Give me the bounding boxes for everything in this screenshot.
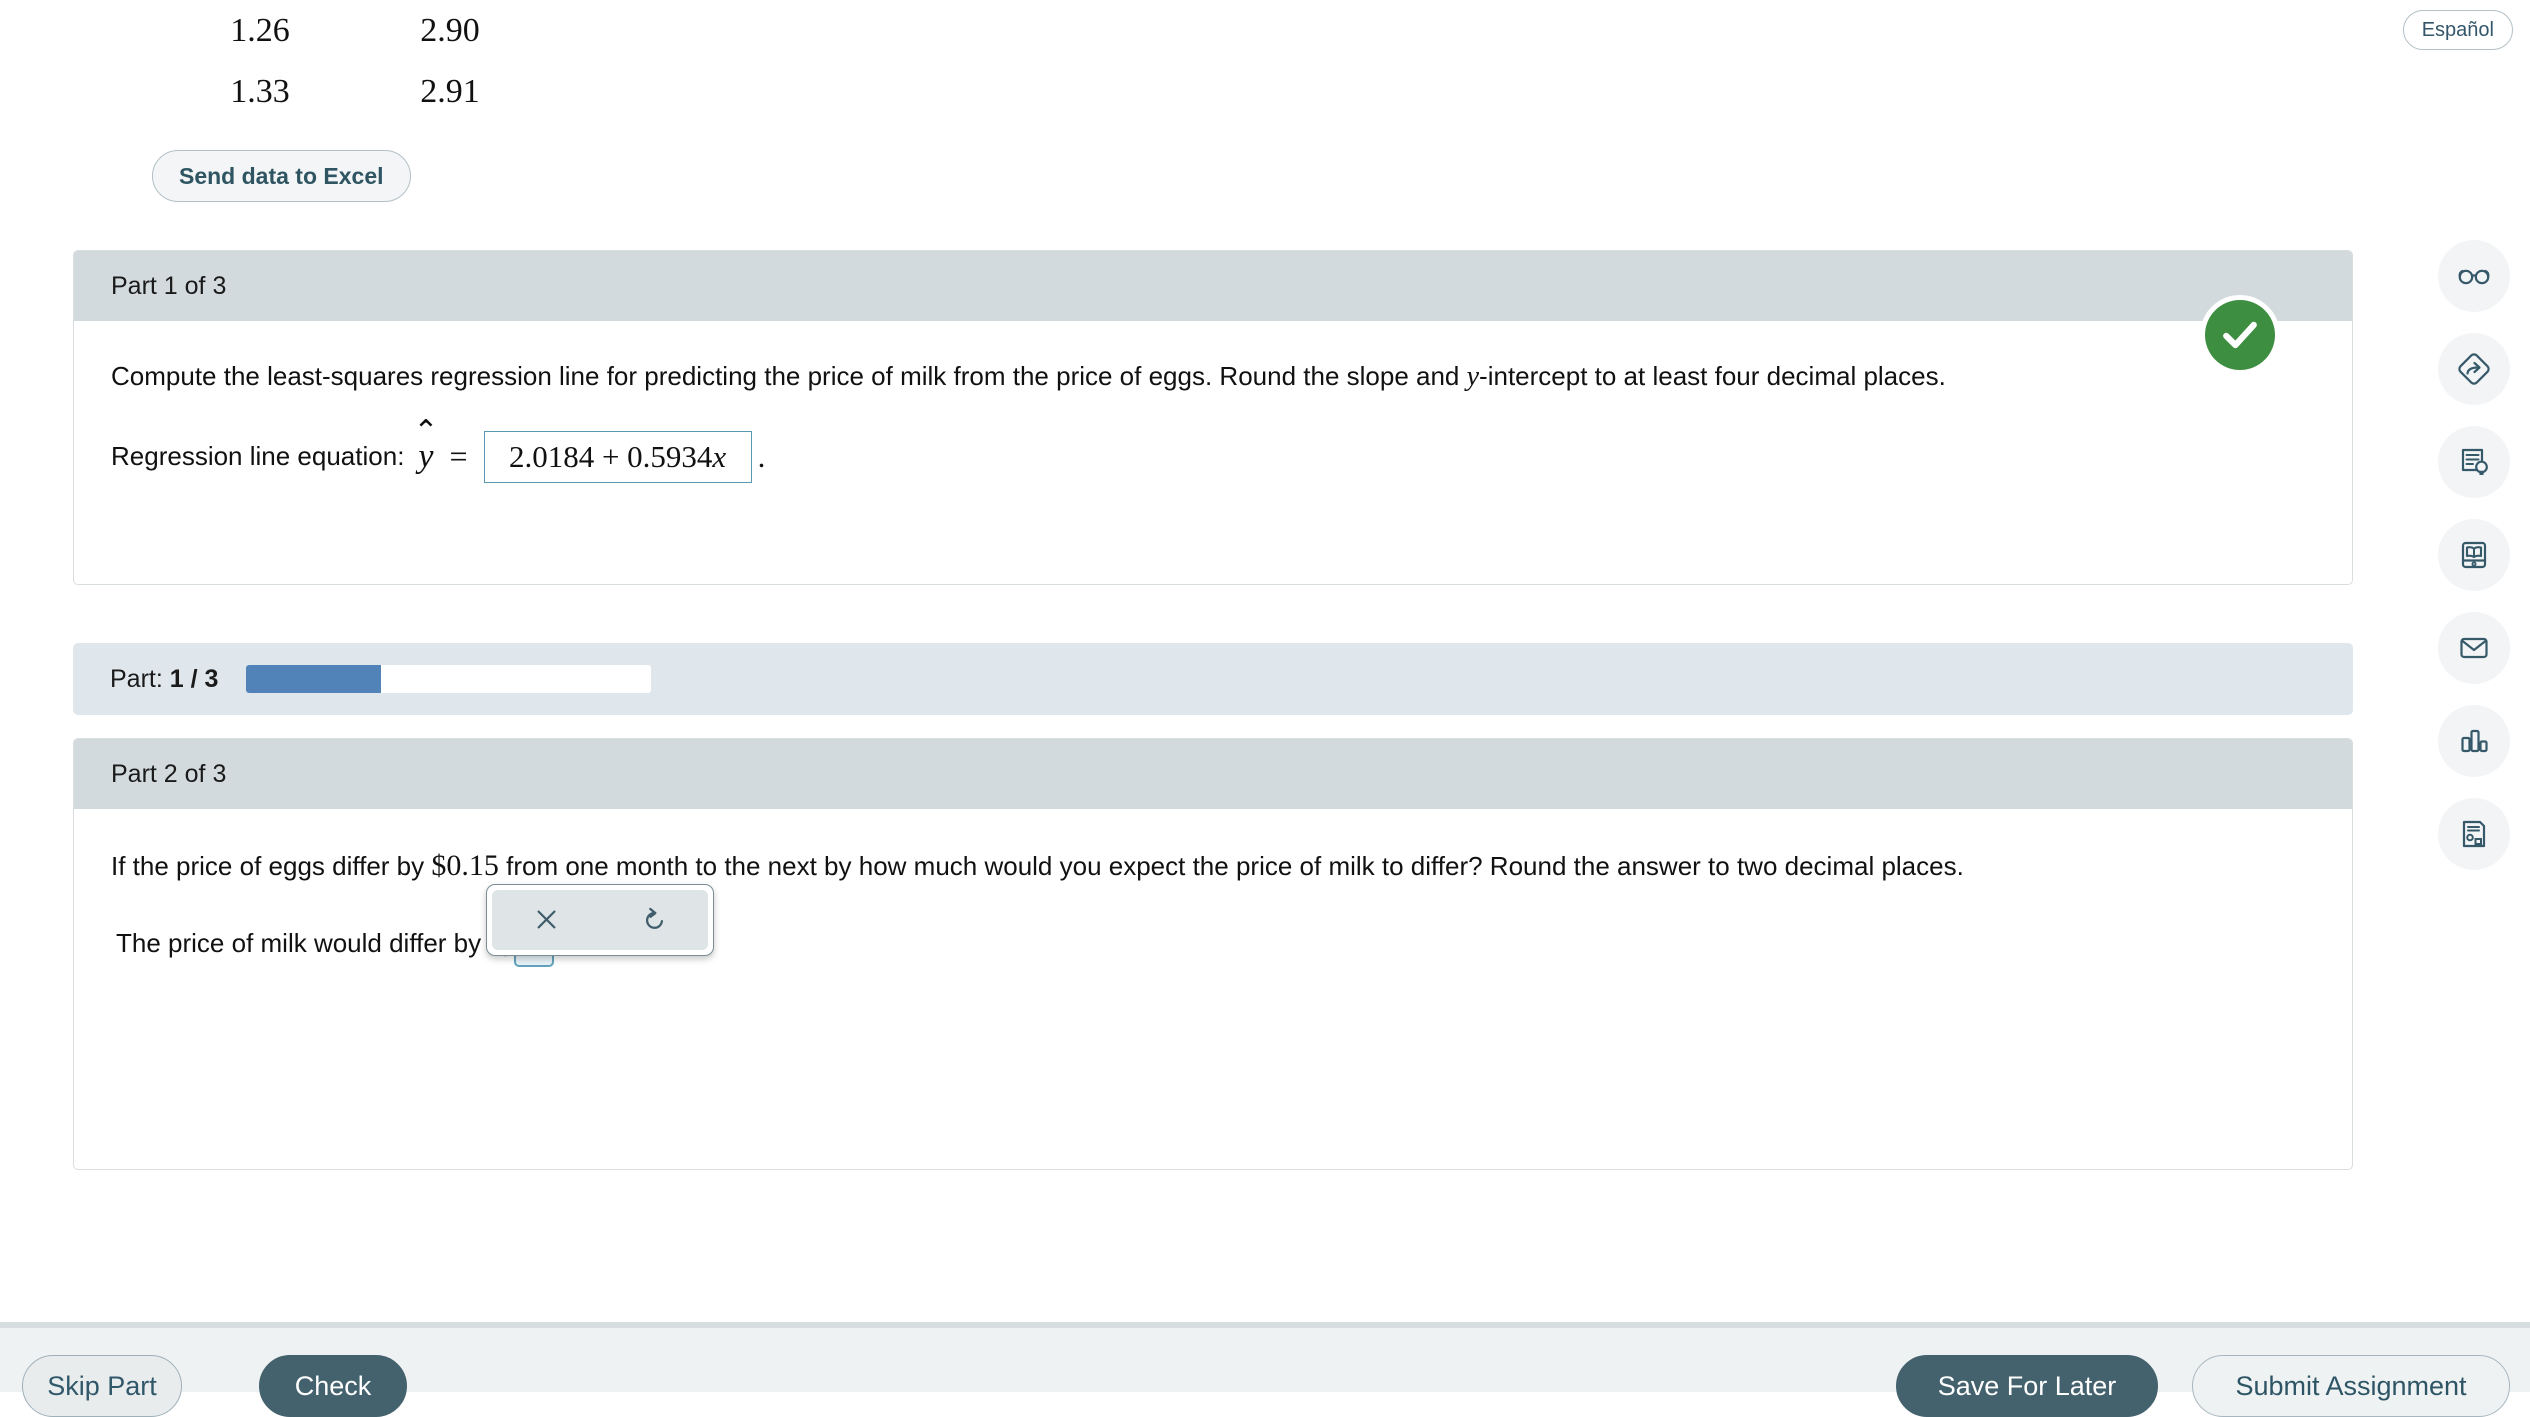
table-row: 1.33 2.91 xyxy=(180,61,600,122)
bar-chart-icon xyxy=(2461,729,2488,753)
part-1-header: Part 1 of 3 xyxy=(74,251,2352,321)
skip-part-label: Skip Part xyxy=(47,1370,157,1401)
document-bulb-icon xyxy=(2461,448,2488,475)
part-1-question-text-a: Compute the least-squares regression lin… xyxy=(111,361,1467,391)
part-1-answer-row: Regression line equation: ⌃ y = 2.0184 + … xyxy=(111,416,2315,483)
part-1-body: Compute the least-squares regression lin… xyxy=(74,321,2352,513)
progress-label: Part: 1 / 3 xyxy=(110,665,218,694)
part-2-question-amount: $0.15 xyxy=(431,849,499,882)
progress-current: 1 xyxy=(169,664,184,693)
explain-button[interactable] xyxy=(2438,426,2510,498)
part-1-question: Compute the least-squares regression lin… xyxy=(111,357,2296,397)
undo-icon xyxy=(645,907,663,930)
part-2-question: If the price of eggs differ by $0.15 fro… xyxy=(111,845,2296,888)
clear-answer-button[interactable] xyxy=(492,890,600,950)
part-1-answer-input[interactable]: 2.0184 + 0.5934 x xyxy=(483,430,752,483)
close-x-icon xyxy=(537,910,555,929)
part-2-answer-row: The price of milk would differ by $ . xyxy=(111,883,2315,967)
glasses-icon xyxy=(2458,269,2490,285)
regression-line-label: Regression line equation: xyxy=(111,441,405,472)
undo-answer-button[interactable] xyxy=(600,890,708,950)
send-data-to-excel-button[interactable]: Send data to Excel xyxy=(152,150,411,202)
read-aloud-button[interactable] xyxy=(2438,240,2510,312)
hat-accent-icon: ⌃ xyxy=(413,414,439,448)
submit-assignment-label: Submit Assignment xyxy=(2235,1370,2467,1401)
diamond-arrow-icon xyxy=(2458,353,2490,385)
part-1-header-label: Part 1 of 3 xyxy=(111,271,227,300)
table-cell-eggs: 1.33 xyxy=(230,72,290,110)
part-1-correct-badge xyxy=(2205,300,2275,370)
save-for-later-label: Save For Later xyxy=(1937,1370,2117,1401)
table-cell-eggs: 1.26 xyxy=(230,11,290,49)
check-label: Check xyxy=(294,1370,372,1401)
part-1-card: Part 1 of 3 Compute the least-squares re… xyxy=(73,250,2353,585)
espanol-label: Español xyxy=(2421,18,2494,41)
message-button[interactable] xyxy=(2438,612,2510,684)
part-1-question-text-b: -intercept to at least four decimal plac… xyxy=(1479,361,1946,391)
part-progress-strip: Part: 1 / 3 xyxy=(73,643,2353,715)
part-2-header-label: Part 2 of 3 xyxy=(111,759,227,788)
part-1-answer-variable: x xyxy=(712,438,727,474)
hint-button[interactable] xyxy=(2438,333,2510,405)
answer-mini-toolbar-inner xyxy=(492,889,708,950)
check-button[interactable]: Check xyxy=(259,1355,407,1417)
progress-separator: / xyxy=(190,664,198,693)
data-table: 1.26 2.90 1.33 2.91 xyxy=(180,0,600,122)
skip-part-button[interactable]: Skip Part xyxy=(22,1355,182,1417)
submit-assignment-button[interactable]: Submit Assignment xyxy=(2192,1355,2510,1417)
tools-rail xyxy=(2428,240,2520,870)
table-cell-milk: 2.90 xyxy=(420,11,480,49)
worksheet-button[interactable] xyxy=(2438,798,2510,870)
part-1-answer-number: 2.0184 + 0.5934 xyxy=(508,438,713,474)
table-row: 1.26 2.90 xyxy=(180,0,600,61)
statistics-button[interactable] xyxy=(2438,705,2510,777)
save-for-later-button[interactable]: Save For Later xyxy=(1896,1355,2158,1417)
equals-sign: = xyxy=(449,438,468,475)
part-2-answer-label: The price of milk would differ by xyxy=(116,927,482,958)
part-2-question-text-a: If the price of eggs differ by xyxy=(111,851,432,881)
progress-total: 3 xyxy=(204,664,219,693)
part-2-header: Part 2 of 3 xyxy=(74,739,2352,809)
part-2-body: If the price of eggs differ by $0.15 fro… xyxy=(74,809,2352,997)
y-hat-symbol: ⌃ y xyxy=(413,416,438,474)
part-2-card: Part 2 of 3 If the price of eggs differ … xyxy=(73,738,2353,1170)
part-1-question-variable: y xyxy=(1466,361,1480,392)
progress-track xyxy=(246,665,652,693)
progress-prefix: Part: xyxy=(110,664,163,693)
espanol-toggle-button[interactable]: Español xyxy=(2402,10,2513,50)
check-icon xyxy=(2223,321,2257,349)
envelope-icon xyxy=(2460,637,2488,659)
part-1-period: . xyxy=(757,438,766,474)
ebook-icon xyxy=(2461,541,2487,569)
worksheet-icon xyxy=(2462,820,2486,848)
textbook-button[interactable] xyxy=(2438,519,2510,591)
table-cell-milk: 2.91 xyxy=(420,72,480,110)
send-data-to-excel-label: Send data to Excel xyxy=(179,162,384,189)
progress-fill xyxy=(246,665,382,693)
part-2-question-text-b: from one month to the next by how much w… xyxy=(498,851,1964,881)
answer-mini-toolbar xyxy=(486,883,714,956)
